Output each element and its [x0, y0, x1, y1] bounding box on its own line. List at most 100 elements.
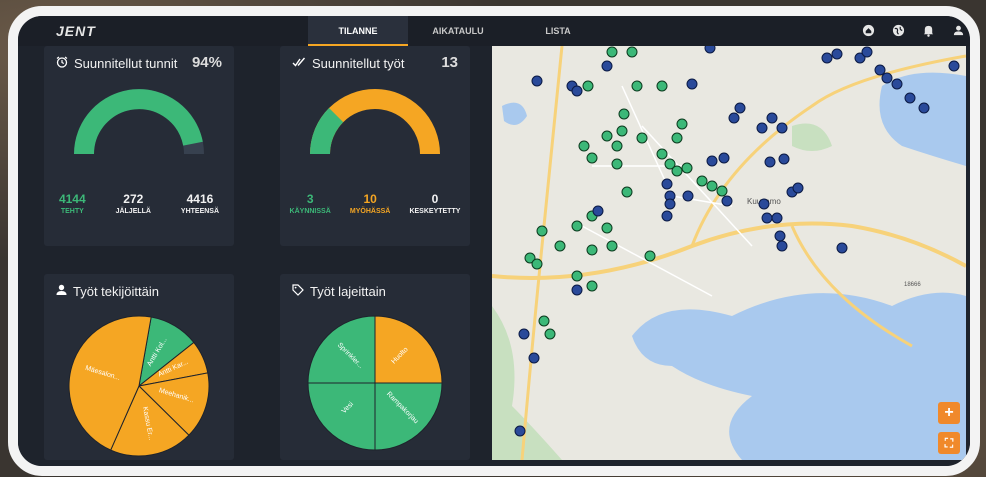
- bell-icon[interactable]: [920, 22, 936, 38]
- map-marker[interactable]: [776, 122, 788, 134]
- map-marker[interactable]: [606, 46, 618, 58]
- map-marker[interactable]: [611, 158, 623, 170]
- top-icons: [860, 22, 966, 38]
- map-marker[interactable]: [771, 212, 783, 224]
- map-marker[interactable]: [664, 198, 676, 210]
- map-marker[interactable]: [514, 425, 526, 437]
- map-marker[interactable]: [718, 152, 730, 164]
- map-marker[interactable]: [554, 240, 566, 252]
- tab-aikataulu[interactable]: AIKATAULU: [408, 16, 508, 46]
- map-marker[interactable]: [571, 270, 583, 282]
- map-marker[interactable]: [582, 80, 594, 92]
- marker-group-green: [524, 46, 728, 340]
- map-marker[interactable]: [766, 112, 778, 124]
- map-marker[interactable]: [606, 240, 618, 252]
- map-marker[interactable]: [626, 46, 638, 58]
- stats-row: 3 KÄYNNISSÄ 10 MYÖHÄSSÄ 0 KESKEYTETTY: [280, 192, 470, 215]
- map-marker[interactable]: [682, 190, 694, 202]
- map-marker[interactable]: [891, 78, 903, 90]
- map-marker[interactable]: [592, 205, 604, 217]
- card-header: Suunnitellut tunnit: [56, 56, 177, 71]
- map-marker[interactable]: [861, 46, 873, 58]
- map-marker[interactable]: [571, 85, 583, 97]
- map-marker[interactable]: [918, 102, 930, 114]
- map-view[interactable]: Kuusamo 18666: [492, 46, 966, 460]
- map-marker[interactable]: [904, 92, 916, 104]
- map-marker[interactable]: [681, 162, 693, 174]
- map-layers-button[interactable]: ⛶: [938, 432, 960, 454]
- map-marker[interactable]: [661, 178, 673, 190]
- map-marker[interactable]: [774, 230, 786, 242]
- home-icon[interactable]: [860, 22, 876, 38]
- map-marker[interactable]: [531, 75, 543, 87]
- pie-slice[interactable]: [307, 382, 376, 451]
- gauge-hours: [74, 89, 204, 155]
- map-marker[interactable]: [601, 130, 613, 142]
- map-marker[interactable]: [728, 112, 740, 124]
- map-marker[interactable]: [578, 140, 590, 152]
- map-marker[interactable]: [706, 155, 718, 167]
- add-button[interactable]: +: [938, 402, 960, 424]
- map-marker[interactable]: [618, 108, 630, 120]
- card-title: Suunnitellut tunnit: [74, 56, 178, 71]
- map-marker[interactable]: [696, 175, 708, 187]
- map-marker[interactable]: [706, 180, 718, 192]
- map-marker[interactable]: [881, 72, 893, 84]
- map-marker[interactable]: [948, 60, 960, 72]
- stat-done: 4144 TEHTY: [58, 192, 86, 215]
- road-number: 18666: [904, 282, 921, 288]
- map-marker[interactable]: [586, 152, 598, 164]
- map-marker[interactable]: [792, 182, 804, 194]
- map-marker[interactable]: [586, 280, 598, 292]
- map-marker[interactable]: [831, 48, 843, 60]
- map-marker[interactable]: [716, 185, 728, 197]
- tab-lista[interactable]: LISTA: [508, 16, 608, 46]
- map-marker[interactable]: [528, 352, 540, 364]
- map-marker[interactable]: [656, 80, 668, 92]
- map-marker[interactable]: [644, 250, 656, 262]
- gauge-fill: [74, 89, 203, 155]
- map-marker[interactable]: [636, 132, 648, 144]
- map-marker[interactable]: [544, 328, 556, 340]
- map-marker[interactable]: [536, 225, 548, 237]
- user-icon[interactable]: [950, 22, 966, 38]
- map-marker[interactable]: [671, 132, 683, 144]
- map-marker[interactable]: [778, 153, 790, 165]
- map-marker[interactable]: [616, 125, 628, 137]
- map-marker[interactable]: [734, 102, 746, 114]
- map-marker[interactable]: [671, 165, 683, 177]
- map-marker[interactable]: [531, 258, 543, 270]
- map-marker[interactable]: [686, 78, 698, 90]
- map-marker[interactable]: [631, 80, 643, 92]
- map-marker[interactable]: [704, 46, 716, 54]
- map-marker[interactable]: [776, 240, 788, 252]
- map-marker[interactable]: [756, 122, 768, 134]
- map-marker[interactable]: [538, 315, 550, 327]
- map-marker[interactable]: [518, 328, 530, 340]
- map-marker[interactable]: [764, 156, 776, 168]
- map-marker[interactable]: [621, 186, 633, 198]
- map-marker[interactable]: [676, 118, 688, 130]
- map-marker[interactable]: [601, 222, 613, 234]
- tag-icon: [292, 284, 304, 299]
- pie-chart-types: HuoltoRampakorjauVesiSprinkler...: [307, 315, 443, 451]
- map-marker[interactable]: [661, 210, 673, 222]
- map-marker[interactable]: [874, 64, 886, 76]
- map-marker[interactable]: [721, 195, 733, 207]
- map-marker[interactable]: [601, 60, 613, 72]
- map-marker[interactable]: [611, 140, 623, 152]
- map-marker[interactable]: [586, 244, 598, 256]
- card-header: Työt lajeittain: [292, 284, 386, 299]
- map-marker[interactable]: [571, 220, 583, 232]
- map-marker[interactable]: [836, 242, 848, 254]
- map-marker[interactable]: [656, 148, 668, 160]
- pie-slice[interactable]: [374, 315, 443, 384]
- map-marker[interactable]: [571, 284, 583, 296]
- dashboard: Suunnitellut tunnit 94% 4144 TEHTY 272 JÄL…: [18, 46, 970, 466]
- map-marker[interactable]: [821, 52, 833, 64]
- tab-tilanne[interactable]: TILANNE: [308, 16, 408, 46]
- map-marker[interactable]: [761, 212, 773, 224]
- card-title: Työt tekijöittäin: [73, 284, 159, 299]
- globe-icon[interactable]: [890, 22, 906, 38]
- map-marker[interactable]: [758, 198, 770, 210]
